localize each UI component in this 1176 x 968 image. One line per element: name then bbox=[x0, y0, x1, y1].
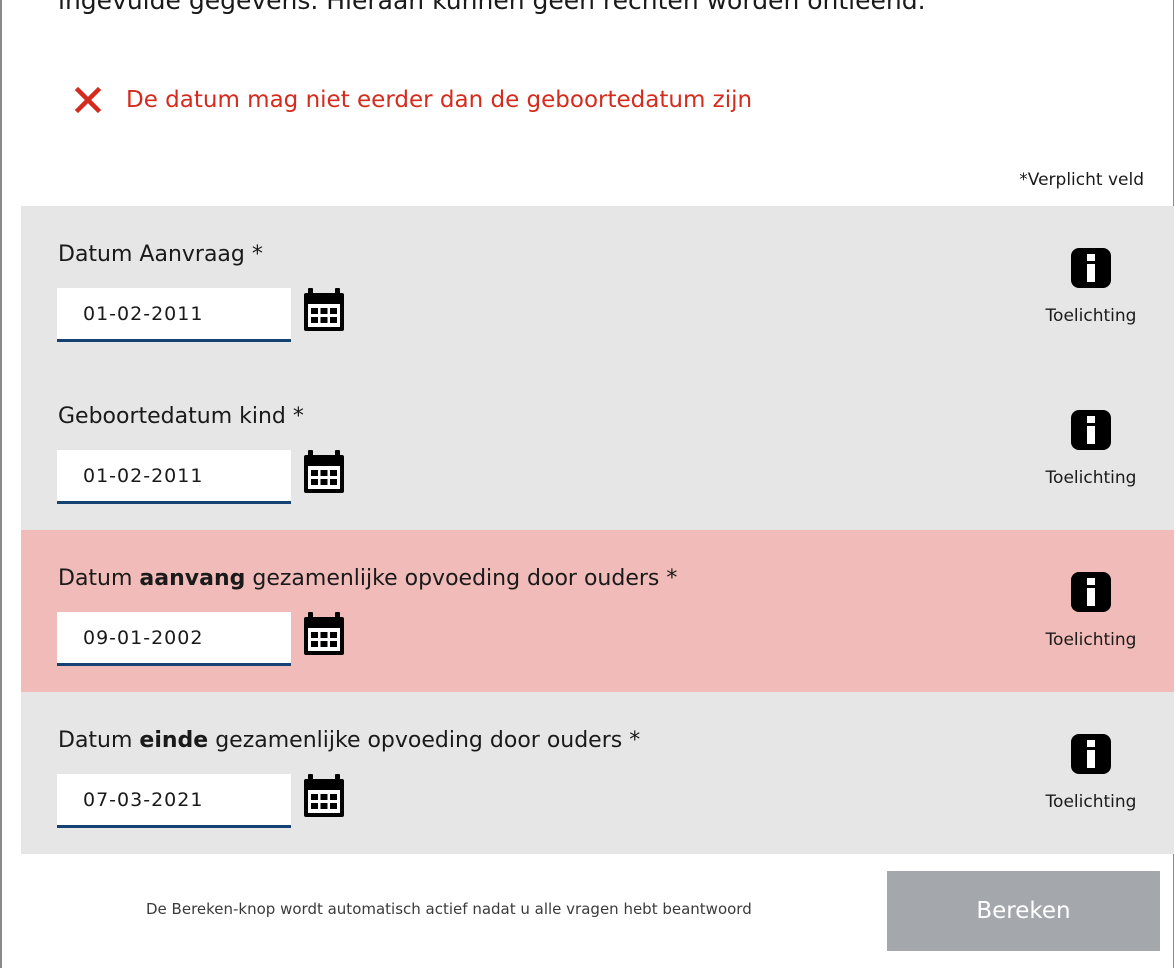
date-input-geboortedatum-kind[interactable] bbox=[57, 450, 291, 504]
footer-note: De Bereken-knop wordt automatisch actief… bbox=[146, 900, 752, 918]
field-row-geboortedatum-kind: Geboortedatum kind * Toelichting bbox=[21, 368, 1174, 530]
close-icon bbox=[74, 86, 102, 114]
info-toelichting[interactable]: Toelichting bbox=[1036, 734, 1146, 812]
date-form: Datum Aanvraag * Toelichting Geboortedat… bbox=[21, 206, 1174, 854]
error-message: De datum mag niet eerder dan de geboorte… bbox=[74, 82, 752, 118]
info-label: Toelichting bbox=[1045, 468, 1137, 488]
calculate-button[interactable]: Bereken bbox=[887, 871, 1160, 951]
info-toelichting[interactable]: Toelichting bbox=[1036, 410, 1146, 488]
field-row-datum-aanvang: Datum aanvang gezamenlijke opvoeding doo… bbox=[21, 530, 1174, 692]
field-label: Datum Aanvraag * bbox=[58, 242, 263, 267]
intro-text: ingevulde gegevens. Hieraan kunnen geen … bbox=[58, 0, 926, 15]
date-input-datum-einde[interactable] bbox=[57, 774, 291, 828]
calendar-icon[interactable] bbox=[302, 774, 346, 818]
date-input-datum-aanvang[interactable] bbox=[57, 612, 291, 666]
field-label: Datum einde gezamenlijke opvoeding door … bbox=[58, 728, 641, 753]
field-label: Geboortedatum kind * bbox=[58, 404, 304, 429]
info-label: Toelichting bbox=[1045, 306, 1137, 326]
error-text: De datum mag niet eerder dan de geboorte… bbox=[126, 87, 753, 113]
calendar-icon[interactable] bbox=[302, 612, 346, 656]
required-field-note: *Verplicht veld bbox=[1019, 170, 1144, 190]
info-icon bbox=[1071, 248, 1111, 288]
info-label: Toelichting bbox=[1045, 630, 1137, 650]
info-toelichting[interactable]: Toelichting bbox=[1036, 572, 1146, 650]
info-icon bbox=[1071, 734, 1111, 774]
info-label: Toelichting bbox=[1045, 792, 1137, 812]
info-toelichting[interactable]: Toelichting bbox=[1036, 248, 1146, 326]
calendar-icon[interactable] bbox=[302, 450, 346, 494]
date-input-datum-aanvraag[interactable] bbox=[57, 288, 291, 342]
calendar-icon[interactable] bbox=[302, 288, 346, 332]
field-row-datum-aanvraag: Datum Aanvraag * Toelichting bbox=[21, 206, 1174, 368]
field-label: Datum aanvang gezamenlijke opvoeding doo… bbox=[58, 566, 678, 591]
field-row-datum-einde: Datum einde gezamenlijke opvoeding door … bbox=[21, 692, 1174, 854]
info-icon bbox=[1071, 572, 1111, 612]
info-icon bbox=[1071, 410, 1111, 450]
